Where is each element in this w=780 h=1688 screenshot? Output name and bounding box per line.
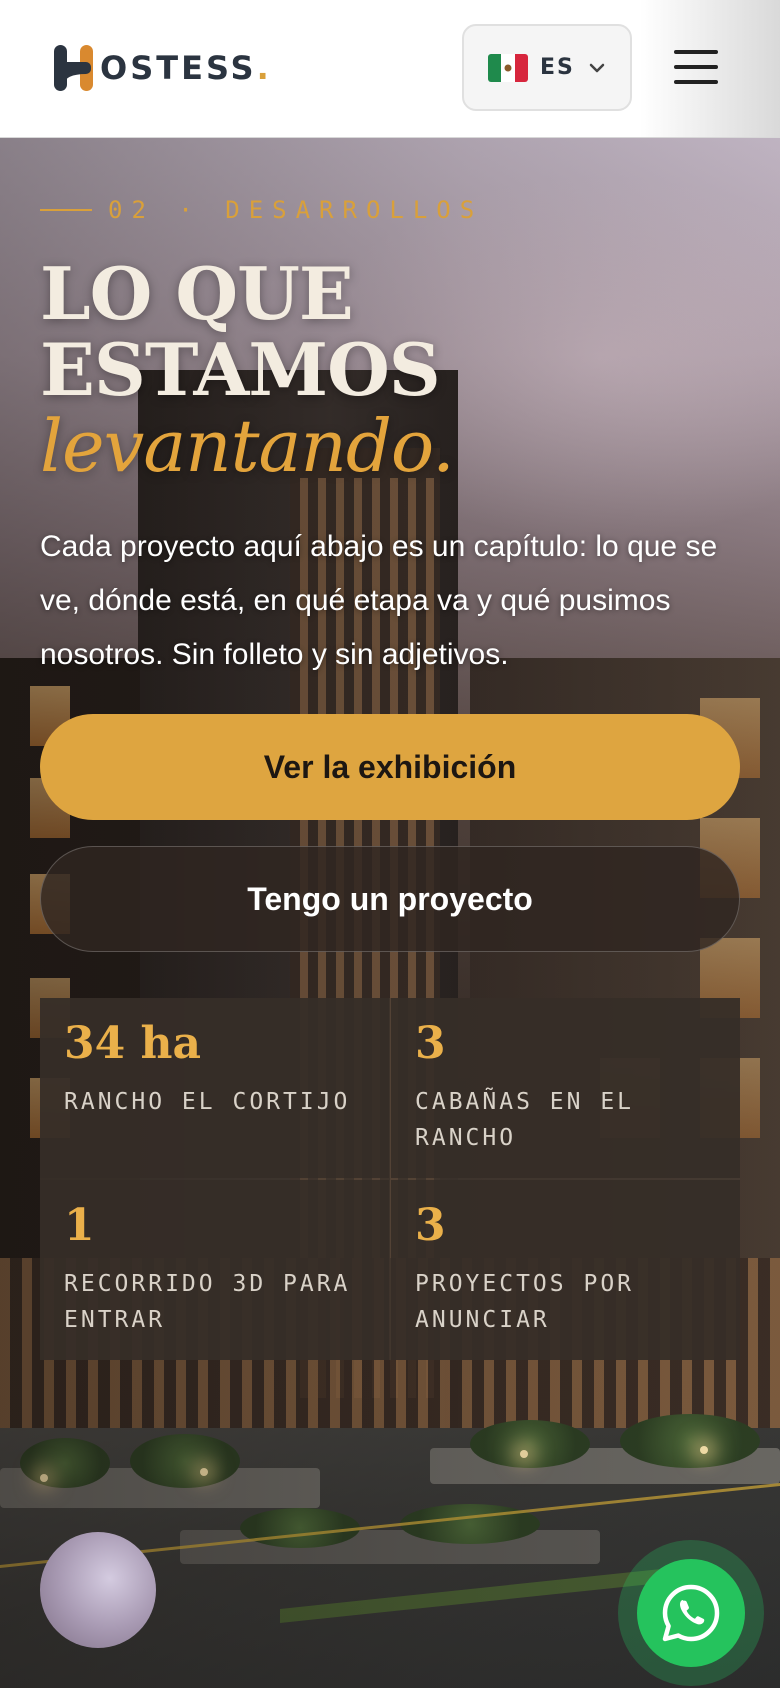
whatsapp-button-inner: [637, 1559, 745, 1667]
stat-card: 1 RECORRIDO 3D PARA ENTRAR: [40, 1180, 389, 1360]
language-code: ES: [540, 55, 575, 80]
hero-content: 02 · DESARROLLOS LO QUE ESTAMOS levantan…: [0, 138, 780, 1688]
stat-card: 34 ha RANCHO EL CORTIJO: [40, 998, 389, 1178]
stat-value: 1: [64, 1200, 95, 1251]
whatsapp-icon: [662, 1584, 720, 1642]
eyebrow-line: [40, 209, 92, 211]
hero-section: 02 · DESARROLLOS LO QUE ESTAMOS levantan…: [0, 138, 780, 1688]
mexico-flag-icon: [488, 53, 528, 82]
chevron-down-icon: [589, 63, 605, 72]
have-project-button[interactable]: Tengo un proyecto: [40, 846, 740, 952]
stat-label: RECORRIDO 3D PARA ENTRAR: [64, 1271, 351, 1333]
hero-title: LO QUE ESTAMOS levantando.: [40, 251, 740, 488]
stat-card: 3 CABAÑAS EN EL RANCHO: [391, 998, 740, 1178]
stat-card: 3 PROYECTOS POR ANUNCIAR: [391, 1180, 740, 1360]
language-selector[interactable]: ES: [462, 24, 632, 111]
hero-title-accent: levantando.: [40, 404, 455, 488]
stat-value: 3: [415, 1018, 446, 1069]
stat-label: RANCHO EL CORTIJO: [64, 1089, 351, 1115]
logo-text: OSTESS.: [100, 49, 272, 87]
hero-description: Cada proyecto aquí abajo es un capítulo:…: [40, 530, 718, 671]
stats-grid: 34 ha RANCHO EL CORTIJO 3 CABAÑAS EN EL …: [40, 998, 740, 1360]
hero-title-line-2: ESTAMOS: [40, 327, 441, 412]
stat-label: CABAÑAS EN EL RANCHO: [415, 1089, 635, 1151]
hamburger-menu-icon[interactable]: [672, 48, 720, 86]
view-exhibition-button[interactable]: Ver la exhibición: [40, 714, 740, 820]
hero-title-line-1: LO QUE: [40, 251, 354, 336]
stat-value: 34 ha: [64, 1018, 202, 1069]
stat-value: 3: [415, 1200, 446, 1251]
whatsapp-button[interactable]: [618, 1540, 764, 1686]
logo-mark-icon: [54, 45, 93, 91]
avatar[interactable]: [40, 1532, 156, 1648]
eyebrow-text: 02 · DESARROLLOS: [108, 196, 484, 224]
site-header: OSTESS. ES: [0, 0, 780, 138]
logo[interactable]: OSTESS.: [52, 42, 272, 94]
section-eyebrow: 02 · DESARROLLOS: [40, 196, 483, 224]
stat-label: PROYECTOS POR ANUNCIAR: [415, 1271, 635, 1333]
